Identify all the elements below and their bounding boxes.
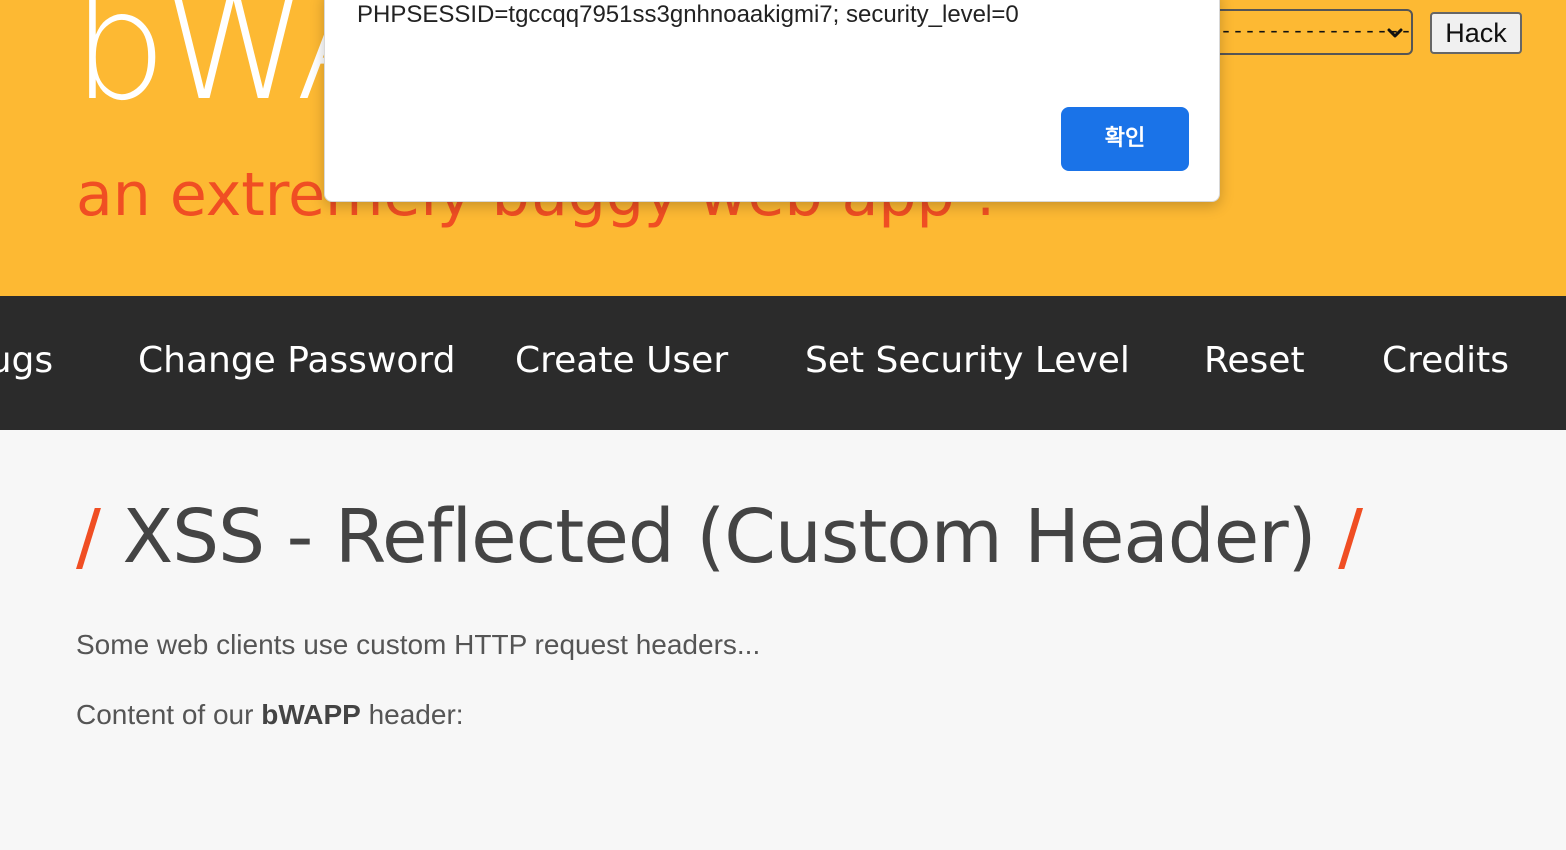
content-suffix: header: <box>360 699 464 730</box>
bug-select-dropdown[interactable]: ---------------- <box>1196 9 1413 55</box>
intro-text: Some web clients use custom HTTP request… <box>76 629 761 660</box>
title-slash-right: / <box>1338 494 1363 580</box>
title-slash-left: / <box>76 494 101 580</box>
chevron-down-icon <box>1387 28 1403 38</box>
nav-item-create-user[interactable]: Create User <box>515 336 728 386</box>
alert-ok-button[interactable]: 확인 <box>1061 107 1189 171</box>
nav-item-change-password[interactable]: Change Password <box>138 336 455 386</box>
page-title-text: XSS - Reflected (Custom Header) <box>122 494 1316 580</box>
page-title: / XSS - Reflected (Custom Header) / <box>76 492 1363 582</box>
hack-button[interactable]: Hack <box>1430 12 1522 54</box>
alert-dialog: PHPSESSID=tgccqq7951ss3gnhnoaakigmi7; se… <box>324 0 1220 202</box>
header-content-label: Content of our bWAPP header: <box>76 698 464 732</box>
alert-message: PHPSESSID=tgccqq7951ss3gnhnoaakigmi7; se… <box>357 1 1019 28</box>
bug-select-value: ---------------- <box>1220 21 1413 44</box>
nav-item-reset[interactable]: Reset <box>1204 336 1305 386</box>
nav-item-set-security-level[interactable]: Set Security Level <box>805 336 1130 386</box>
nav-item-credits[interactable]: Credits <box>1382 336 1509 386</box>
main-nav: Bugs Change Password Create User Set Sec… <box>0 296 1566 430</box>
content-brand: bWAPP <box>261 699 361 730</box>
content-prefix: Content of our <box>76 699 262 730</box>
nav-item-bugs[interactable]: Bugs <box>0 336 53 386</box>
